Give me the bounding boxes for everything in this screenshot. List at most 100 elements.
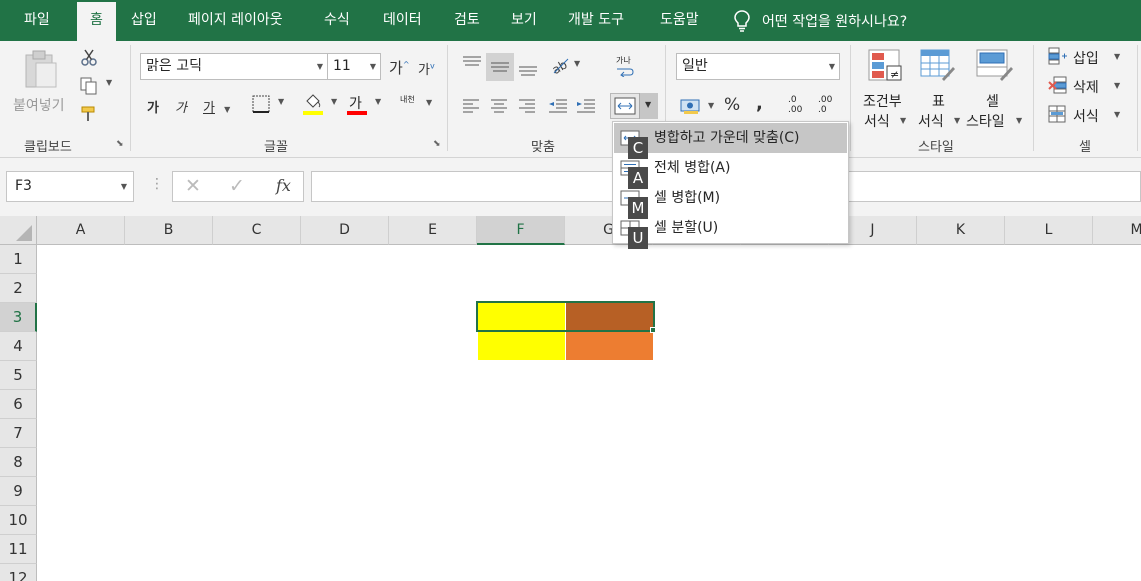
- insert-cells-button[interactable]: 삽입 ▼: [1048, 47, 1128, 69]
- italic-button[interactable]: 가: [175, 97, 187, 116]
- row-header-10[interactable]: 10: [0, 506, 37, 535]
- comma-style-button[interactable]: ,: [756, 93, 763, 114]
- bold-button[interactable]: 가: [147, 97, 159, 116]
- column-header-l[interactable]: L: [1005, 216, 1093, 245]
- dialog-launcher-icon[interactable]: ⬊: [433, 140, 444, 151]
- format-cells-icon: [1048, 105, 1066, 123]
- keytip-c: C: [628, 137, 648, 159]
- wrap-text-button[interactable]: 가나: [616, 55, 638, 79]
- format-cells-button[interactable]: 서식 ▼: [1048, 105, 1128, 127]
- column-header-k[interactable]: K: [917, 216, 1005, 245]
- row-header-1[interactable]: 1: [0, 245, 37, 274]
- cell-g4[interactable]: [566, 332, 653, 360]
- number-format-select[interactable]: 일반 ▼: [676, 53, 840, 80]
- merge-dropdown-toggle[interactable]: ▼: [639, 93, 658, 119]
- column-header-a[interactable]: A: [37, 216, 125, 245]
- menu-item-merge-center[interactable]: 병합하고 가운데 맞춤(C): [614, 123, 847, 153]
- clipboard-group-label: 클립보드: [24, 140, 72, 155]
- row-header-7[interactable]: 7: [0, 419, 37, 448]
- row-header-6[interactable]: 6: [0, 390, 37, 419]
- align-left-icon[interactable]: [462, 99, 480, 113]
- row-header-8[interactable]: 8: [0, 448, 37, 477]
- chevron-down-icon: ▼: [1016, 116, 1023, 125]
- tab-data[interactable]: 데이터: [383, 0, 422, 41]
- tell-me-box[interactable]: 어떤 작업을 원하시나요?: [734, 0, 907, 41]
- column-header-e[interactable]: E: [389, 216, 477, 245]
- fill-color-button[interactable]: ▼: [303, 93, 343, 117]
- font-name-select[interactable]: 맑은 고딕 ▼: [140, 53, 328, 80]
- tab-view[interactable]: 보기: [511, 0, 537, 41]
- group-divider: [850, 45, 851, 151]
- tab-page-layout[interactable]: 페이지 레이아웃: [188, 0, 283, 41]
- orientation-button[interactable]: ab ▼: [550, 55, 584, 77]
- format-painter-icon[interactable]: [80, 105, 98, 123]
- percent-style-button[interactable]: %: [724, 95, 740, 115]
- row-header-5[interactable]: 5: [0, 361, 37, 390]
- chevron-down-icon: ▼: [708, 101, 715, 110]
- menu-item-merge-cells[interactable]: 셀 병합(M): [614, 183, 847, 213]
- decrease-decimal-label: .00 .0: [818, 95, 833, 115]
- column-header-d[interactable]: D: [301, 216, 389, 245]
- borders-button[interactable]: ▼: [252, 95, 288, 115]
- row-header-3[interactable]: 3: [0, 303, 37, 332]
- phonetic-guide-button[interactable]: 내천 ▼: [400, 93, 436, 117]
- select-all-triangle-icon: [16, 225, 32, 241]
- menu-item-merge-across[interactable]: 전체 병합(A): [614, 153, 847, 183]
- increase-indent-icon[interactable]: [576, 99, 596, 113]
- group-divider: [130, 45, 131, 151]
- row-header-9[interactable]: 9: [0, 477, 37, 506]
- increase-decimal-button[interactable]: .0 .00: [788, 95, 810, 119]
- column-header-b[interactable]: B: [125, 216, 213, 245]
- align-center-icon[interactable]: [490, 99, 508, 113]
- conditional-formatting-button[interactable]: ≠ 조건부 서식 ▼: [858, 49, 916, 130]
- decrease-decimal-button[interactable]: .00 .0: [818, 95, 840, 119]
- cancel-icon[interactable]: ✕: [185, 175, 201, 197]
- underline-button[interactable]: 가 ▼: [203, 97, 230, 116]
- align-middle-icon: [491, 62, 509, 72]
- row-header-2[interactable]: 2: [0, 274, 37, 303]
- column-header-c[interactable]: C: [213, 216, 301, 245]
- formula-buttons: ✕ ✓ fx: [172, 171, 304, 202]
- tab-home[interactable]: 홈: [77, 2, 116, 41]
- fill-color-swatch: [303, 111, 323, 115]
- tab-review[interactable]: 검토: [454, 0, 480, 41]
- fill-handle[interactable]: [650, 327, 656, 333]
- insert-function-button[interactable]: fx: [276, 176, 291, 195]
- chevron-down-icon: ▼: [1114, 81, 1121, 90]
- row-header-11[interactable]: 11: [0, 535, 37, 564]
- font-color-button[interactable]: 가 ▼: [347, 93, 387, 117]
- cell-f4[interactable]: [478, 332, 565, 360]
- dialog-launcher-icon[interactable]: ⬊: [116, 140, 127, 151]
- paste-button[interactable]: 붙여넣기: [8, 47, 68, 117]
- accounting-format-button[interactable]: ▼: [680, 97, 718, 119]
- tab-help[interactable]: 도움말: [660, 0, 699, 41]
- align-middle-button[interactable]: [486, 53, 514, 81]
- tab-file[interactable]: 파일: [24, 0, 50, 41]
- tab-formulas[interactable]: 수식: [324, 0, 350, 41]
- align-right-icon[interactable]: [518, 99, 536, 113]
- menu-item-unmerge-cells[interactable]: 셀 분할(U): [614, 213, 847, 243]
- tab-insert[interactable]: 삽입: [131, 0, 157, 41]
- column-header-f[interactable]: F: [477, 216, 565, 245]
- align-top-icon[interactable]: [462, 55, 482, 71]
- increase-font-size-button[interactable]: 가^: [389, 57, 410, 78]
- delete-cells-button[interactable]: 삭제 ▼: [1048, 76, 1128, 98]
- decrease-font-size-button[interactable]: 가v: [418, 59, 435, 78]
- cut-icon[interactable]: [80, 49, 98, 67]
- cells-group-label: 셀: [1079, 140, 1091, 155]
- decrease-indent-icon[interactable]: [548, 99, 568, 113]
- merge-center-button[interactable]: ▼: [610, 93, 658, 119]
- align-bottom-icon[interactable]: [518, 61, 538, 77]
- name-box[interactable]: F3 ▼: [6, 171, 134, 202]
- enter-icon[interactable]: ✓: [229, 175, 245, 197]
- tab-developer[interactable]: 개발 도구: [568, 0, 624, 41]
- select-all-corner[interactable]: [0, 216, 37, 245]
- font-size-select[interactable]: 11 ▼: [327, 53, 381, 80]
- row-header-12[interactable]: 12: [0, 564, 37, 581]
- format-as-table-button[interactable]: 표 서식 ▼: [916, 49, 964, 130]
- column-header-m[interactable]: M: [1093, 216, 1141, 245]
- row-header-4[interactable]: 4: [0, 332, 37, 361]
- copy-button[interactable]: ▼: [80, 77, 116, 95]
- cell-styles-button[interactable]: 셀 스타일 ▼: [966, 49, 1026, 130]
- styles-group-label: 스타일: [918, 140, 954, 155]
